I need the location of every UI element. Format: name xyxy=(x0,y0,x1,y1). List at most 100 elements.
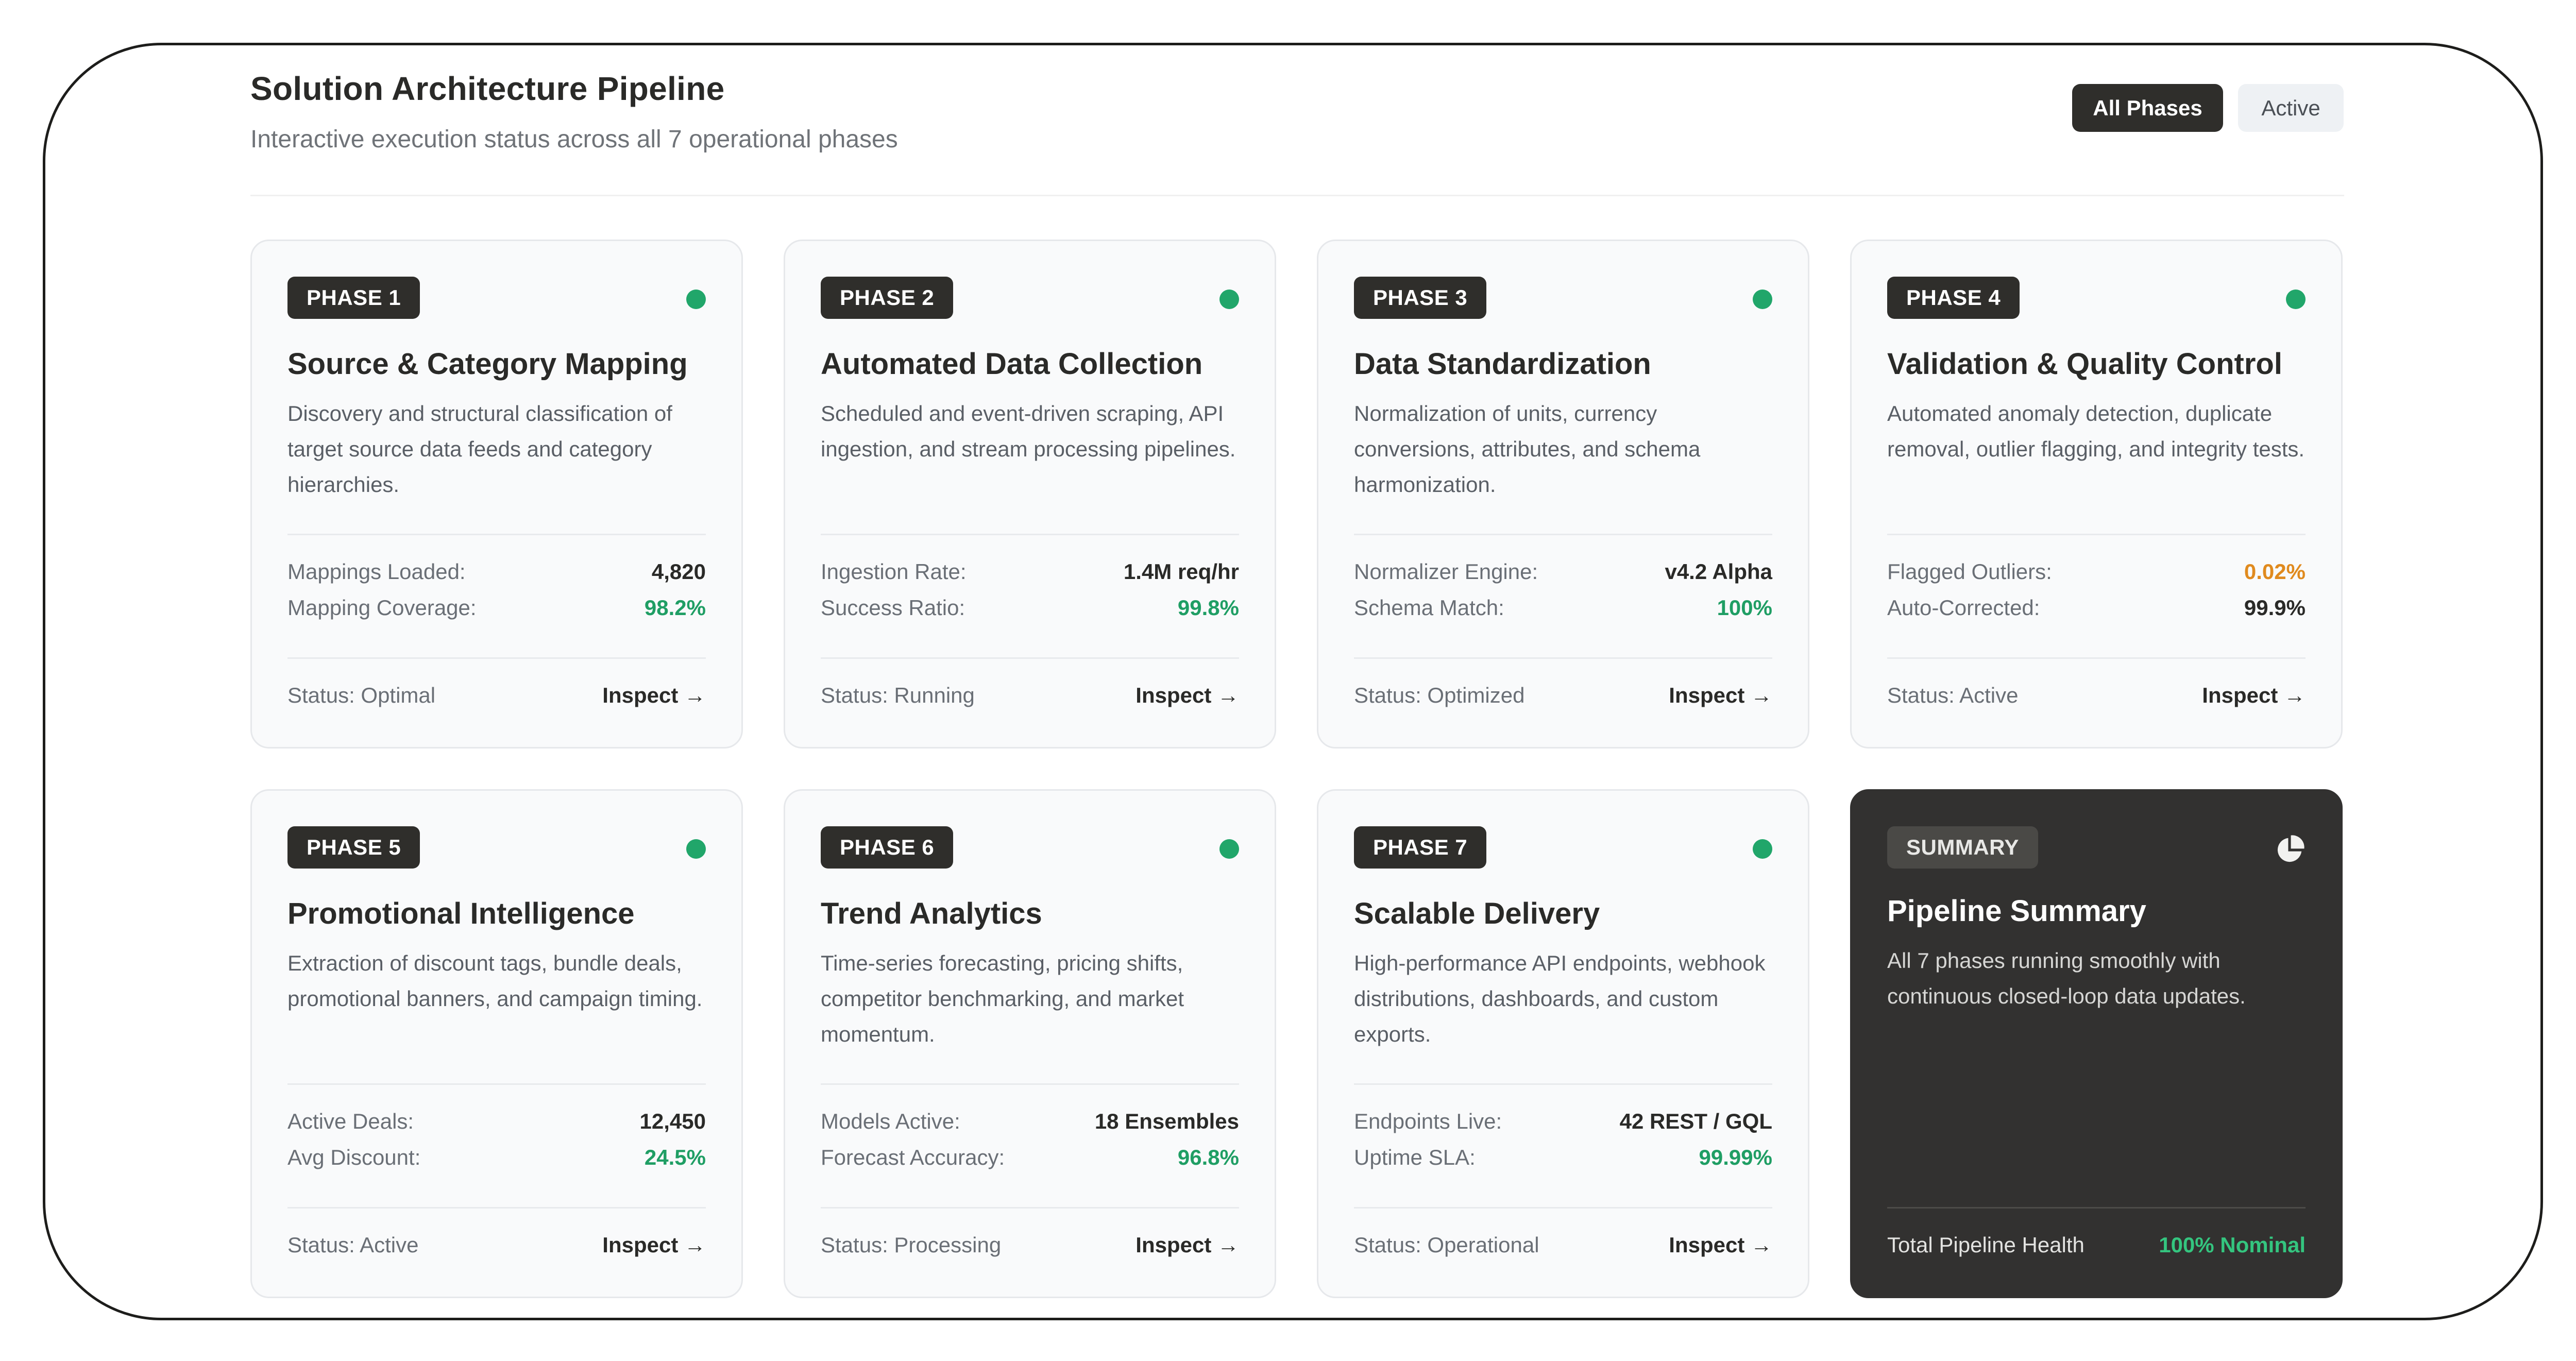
metric-label: Endpoints Live: xyxy=(1354,1109,1502,1133)
phase-card-7: PHASE 7 Scalable Delivery High-performan… xyxy=(1317,789,1809,1298)
status-dot-icon xyxy=(686,839,706,859)
summary-badge: SUMMARY xyxy=(1887,826,2038,869)
phase-badge: PHASE 2 xyxy=(821,277,954,319)
status-dot-icon xyxy=(686,290,706,309)
card-divider xyxy=(1354,1207,1772,1209)
metric-row: Mapping Coverage: 98.2% xyxy=(287,592,706,623)
inspect-link[interactable]: Inspect → xyxy=(602,1233,706,1257)
card-divider xyxy=(821,534,1239,535)
phase-card-3: PHASE 3 Data Standardization Normalizati… xyxy=(1317,240,1809,748)
card-divider xyxy=(821,1083,1239,1085)
inspect-link[interactable]: Inspect → xyxy=(1669,1233,1772,1257)
metric-row: Ingestion Rate: 1.4M req/hr xyxy=(821,556,1239,587)
card-divider xyxy=(1354,1083,1772,1085)
summary-footer: Total Pipeline Health 100% Nominal xyxy=(1887,1230,2306,1261)
inspect-link[interactable]: Inspect → xyxy=(1136,1233,1239,1257)
phase-title: Trend Analytics xyxy=(821,897,1042,930)
card-footer: Status: Optimal Inspect → xyxy=(287,680,706,711)
metric-label: Normalizer Engine: xyxy=(1354,559,1538,584)
page-title: Solution Architecture Pipeline xyxy=(250,70,725,107)
metric-label: Forecast Accuracy: xyxy=(821,1145,1005,1169)
metric-row: Auto-Corrected: 99.9% xyxy=(1887,592,2306,623)
metric-label: Auto-Corrected: xyxy=(1887,596,2040,620)
metric-label: Mappings Loaded: xyxy=(287,559,466,584)
metric-row: Normalizer Engine: v4.2 Alpha xyxy=(1354,556,1772,587)
status-dot-icon xyxy=(1753,839,1772,859)
metric-label: Uptime SLA: xyxy=(1354,1145,1476,1169)
filter-active-button[interactable]: Active xyxy=(2238,84,2344,132)
metric-row: Endpoints Live: 42 REST / GQL xyxy=(1354,1106,1772,1137)
card-divider xyxy=(287,657,706,659)
phase-description: Automated anomaly detection, duplicate r… xyxy=(1887,401,2305,461)
phase-card-4: PHASE 4 Validation & Quality Control Aut… xyxy=(1850,240,2343,748)
card-divider xyxy=(1887,534,2306,535)
metric-value: 98.2% xyxy=(644,596,706,620)
card-divider xyxy=(1354,534,1772,535)
total-health-label: Total Pipeline Health xyxy=(1887,1233,2084,1257)
metric-value: 100% xyxy=(1717,596,1772,620)
inspect-link[interactable]: Inspect → xyxy=(1136,683,1239,708)
phase-title: Data Standardization xyxy=(1354,347,1651,381)
metric-value: v4.2 Alpha xyxy=(1665,559,1772,584)
page-header: Solution Architecture Pipeline Interacti… xyxy=(250,70,898,154)
metric-label: Flagged Outliers: xyxy=(1887,559,2052,584)
card-divider xyxy=(821,1207,1239,1209)
card-footer: Status: Active Inspect → xyxy=(1887,680,2306,711)
summary-title: Pipeline Summary xyxy=(1887,894,2146,928)
phase-card-1: PHASE 1 Source & Category Mapping Discov… xyxy=(250,240,743,748)
phase-title: Scalable Delivery xyxy=(1354,897,1600,930)
metric-row: Forecast Accuracy: 96.8% xyxy=(821,1142,1239,1173)
metric-value: 1.4M req/hr xyxy=(1123,559,1239,584)
phase-badge: PHASE 6 xyxy=(821,826,954,869)
metric-row: Schema Match: 100% xyxy=(1354,592,1772,623)
metric-label: Ingestion Rate: xyxy=(821,559,967,584)
phase-description: Discovery and structural classification … xyxy=(287,401,672,497)
card-divider xyxy=(1354,657,1772,659)
filter-all-phases-button[interactable]: All Phases xyxy=(2072,84,2223,132)
phase-description: Time-series forecasting, pricing shifts,… xyxy=(821,951,1184,1046)
page-subtitle: Interactive execution status across all … xyxy=(250,126,898,153)
phase-badge: PHASE 4 xyxy=(1887,277,2020,319)
card-divider xyxy=(287,1207,706,1209)
total-health-value: 100% Nominal xyxy=(2159,1233,2306,1257)
metric-row: Models Active: 18 Ensembles xyxy=(821,1106,1239,1137)
metric-value: 96.8% xyxy=(1177,1145,1239,1169)
phase-status: Status: Operational xyxy=(1354,1233,1539,1257)
header-divider xyxy=(250,195,2344,196)
phase-status: Status: Optimal xyxy=(287,683,436,707)
phase-filter-group: All Phases Active xyxy=(2072,84,2344,132)
summary-divider xyxy=(1887,1207,2306,1209)
inspect-link[interactable]: Inspect → xyxy=(1669,683,1772,708)
metric-value: 24.5% xyxy=(644,1145,706,1169)
metric-value: 99.8% xyxy=(1177,596,1239,620)
phase-status: Status: Processing xyxy=(821,1233,1002,1257)
phase-status: Status: Active xyxy=(1887,683,2019,707)
card-divider xyxy=(287,1083,706,1085)
phase-description: Extraction of discount tags, bundle deal… xyxy=(287,951,703,1011)
phase-badge: PHASE 3 xyxy=(1354,277,1487,319)
phase-title: Source & Category Mapping xyxy=(287,347,688,381)
phase-status: Status: Running xyxy=(821,683,975,707)
card-footer: Status: Processing Inspect → xyxy=(821,1230,1239,1261)
metric-row: Active Deals: 12,450 xyxy=(287,1106,706,1137)
metric-label: Schema Match: xyxy=(1354,596,1504,620)
phase-card-6: PHASE 6 Trend Analytics Time-series fore… xyxy=(784,789,1276,1298)
metric-label: Avg Discount: xyxy=(287,1145,421,1169)
metric-row: Uptime SLA: 99.99% xyxy=(1354,1142,1772,1173)
inspect-link[interactable]: Inspect → xyxy=(602,683,706,708)
metric-label: Models Active: xyxy=(821,1109,960,1133)
card-footer: Status: Optimized Inspect → xyxy=(1354,680,1772,711)
phase-status: Status: Active xyxy=(287,1233,419,1257)
phase-badge: PHASE 5 xyxy=(287,826,420,869)
phase-description: Normalization of units, currency convers… xyxy=(1354,401,1701,497)
phase-badge: PHASE 7 xyxy=(1354,826,1487,869)
metric-label: Active Deals: xyxy=(287,1109,414,1133)
inspect-link[interactable]: Inspect → xyxy=(2202,683,2306,708)
phase-description: Scheduled and event-driven scraping, API… xyxy=(821,401,1236,461)
phase-title: Validation & Quality Control xyxy=(1887,347,2282,381)
metric-value: 99.99% xyxy=(1699,1145,1772,1169)
summary-description: All 7 phases running smoothly with conti… xyxy=(1887,948,2246,1008)
status-dot-icon xyxy=(2286,290,2306,309)
metric-row: Avg Discount: 24.5% xyxy=(287,1142,706,1173)
phase-card-5: PHASE 5 Promotional Intelligence Extract… xyxy=(250,789,743,1298)
